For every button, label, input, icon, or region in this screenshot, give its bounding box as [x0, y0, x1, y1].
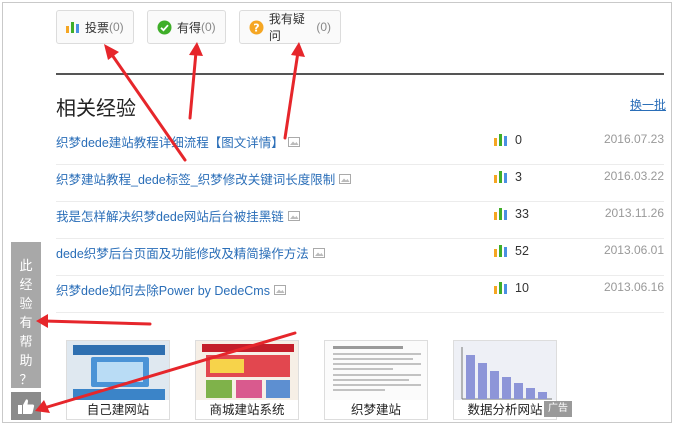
related-item-link[interactable]: 我是怎样解决织梦dede网站后台被挂黑链 — [56, 206, 300, 225]
related-item-count: 0 — [515, 133, 522, 147]
check-circle-icon — [157, 20, 172, 34]
related-item-date: 2016.07.23 — [603, 132, 664, 146]
related-item-link[interactable]: 织梦dede如何去除Power by DedeCms — [56, 280, 286, 299]
helpful-char: 验 — [19, 297, 33, 312]
related-item: 织梦建站教程_dede标签_织梦修改关键词长度限制 3 2016.03.22 — [56, 165, 664, 202]
related-item-count: 33 — [515, 207, 529, 221]
ad-tag: 广告 — [544, 401, 572, 417]
image-icon — [287, 210, 300, 221]
useful-label: 有得 — [177, 20, 202, 35]
question-label: 我有疑问 — [268, 12, 305, 43]
ad-card[interactable]: 商城建站系统 — [195, 340, 299, 420]
ad-card-label: 织梦建站 — [325, 400, 427, 419]
ad-thumbnail — [325, 341, 427, 403]
related-item-title[interactable]: 我是怎样解决织梦dede网站后台被挂黑链 — [56, 206, 284, 225]
ad-card[interactable]: 数据分析网站 — [453, 340, 557, 420]
ad-thumbnail — [196, 341, 298, 403]
helpful-char: 经 — [19, 278, 33, 293]
related-item-link[interactable]: 织梦dede建站教程详细流程【图文详情】 — [56, 132, 300, 151]
related-item: 我是怎样解决织梦dede网站后台被挂黑链 33 2013.11.26 — [56, 202, 664, 239]
refresh-link[interactable]: 换一批 — [630, 96, 666, 113]
helpful-char: 助 — [19, 354, 33, 369]
question-circle-icon: ? — [249, 20, 264, 34]
related-item-title[interactable]: 织梦dede建站教程详细流程【图文详情】 — [56, 132, 284, 151]
related-item: 织梦dede如何去除Power by DedeCms 10 2013.06.16 — [56, 276, 664, 313]
thumbs-up-button[interactable] — [11, 392, 41, 420]
related-item-title[interactable]: 织梦建站教程_dede标签_织梦修改关键词长度限制 — [56, 169, 335, 188]
related-item: 织梦dede建站教程详细流程【图文详情】 0 2016.07.23 — [56, 128, 664, 165]
helpful-char: 有 — [19, 316, 33, 331]
image-icon — [287, 136, 300, 147]
image-icon — [339, 173, 352, 184]
related-item-date: 2013.11.26 — [604, 206, 664, 220]
vote-button[interactable]: 投票 (0) — [56, 10, 134, 44]
image-icon — [312, 247, 325, 258]
related-item-title[interactable]: dede织梦后台页面及功能修改及精简操作方法 — [56, 243, 309, 262]
vote-label: 投票 — [85, 20, 110, 35]
thumbs-up-icon — [18, 398, 35, 414]
ad-thumbnail — [454, 341, 556, 403]
bar-chart-icon — [494, 282, 507, 294]
bar-chart-icon — [494, 134, 507, 146]
bar-chart-icon — [494, 245, 507, 257]
svg-text:?: ? — [253, 21, 259, 34]
related-item: dede织梦后台页面及功能修改及精简操作方法 52 2013.06.01 — [56, 239, 664, 276]
question-count: (0) — [316, 20, 331, 34]
ad-thumbnail — [67, 341, 169, 403]
bar-chart-icon — [494, 171, 507, 183]
ad-card[interactable]: 自己建网站 — [66, 340, 170, 420]
vote-count: (0) — [109, 20, 124, 34]
helpful-char: 帮 — [19, 335, 33, 350]
related-item-date: 2013.06.01 — [603, 243, 664, 257]
section-divider — [56, 73, 664, 75]
ad-card-label: 商城建站系统 — [196, 400, 298, 419]
useful-count: (0) — [201, 20, 216, 34]
related-item-link[interactable]: 织梦建站教程_dede标签_织梦修改关键词长度限制 — [56, 169, 352, 188]
ad-card-label: 数据分析网站 — [454, 400, 556, 419]
helpful-char: 此 — [19, 259, 33, 274]
related-item-date: 2013.06.16 — [603, 280, 664, 294]
related-item-count: 3 — [515, 170, 522, 184]
helpful-feedback-panel[interactable]: 此 经 验 有 帮 助 ？ — [11, 242, 41, 388]
related-item-count: 10 — [515, 281, 529, 295]
related-item-link[interactable]: dede织梦后台页面及功能修改及精简操作方法 — [56, 243, 325, 262]
helpful-char: ？ — [19, 373, 33, 388]
related-item-date: 2016.03.22 — [603, 169, 664, 183]
question-button[interactable]: ? 我有疑问 (0) — [239, 10, 341, 44]
ad-card-label: 自己建网站 — [67, 400, 169, 419]
related-item-title[interactable]: 织梦dede如何去除Power by DedeCms — [56, 280, 270, 299]
related-item-count: 52 — [515, 244, 529, 258]
ad-card[interactable]: 织梦建站 — [324, 340, 428, 420]
useful-button[interactable]: 有得 (0) — [147, 10, 226, 44]
image-icon — [273, 284, 286, 295]
bar-chart-icon — [494, 208, 507, 220]
related-title: 相关经验 — [56, 96, 136, 120]
bar-chart-icon — [66, 22, 79, 33]
